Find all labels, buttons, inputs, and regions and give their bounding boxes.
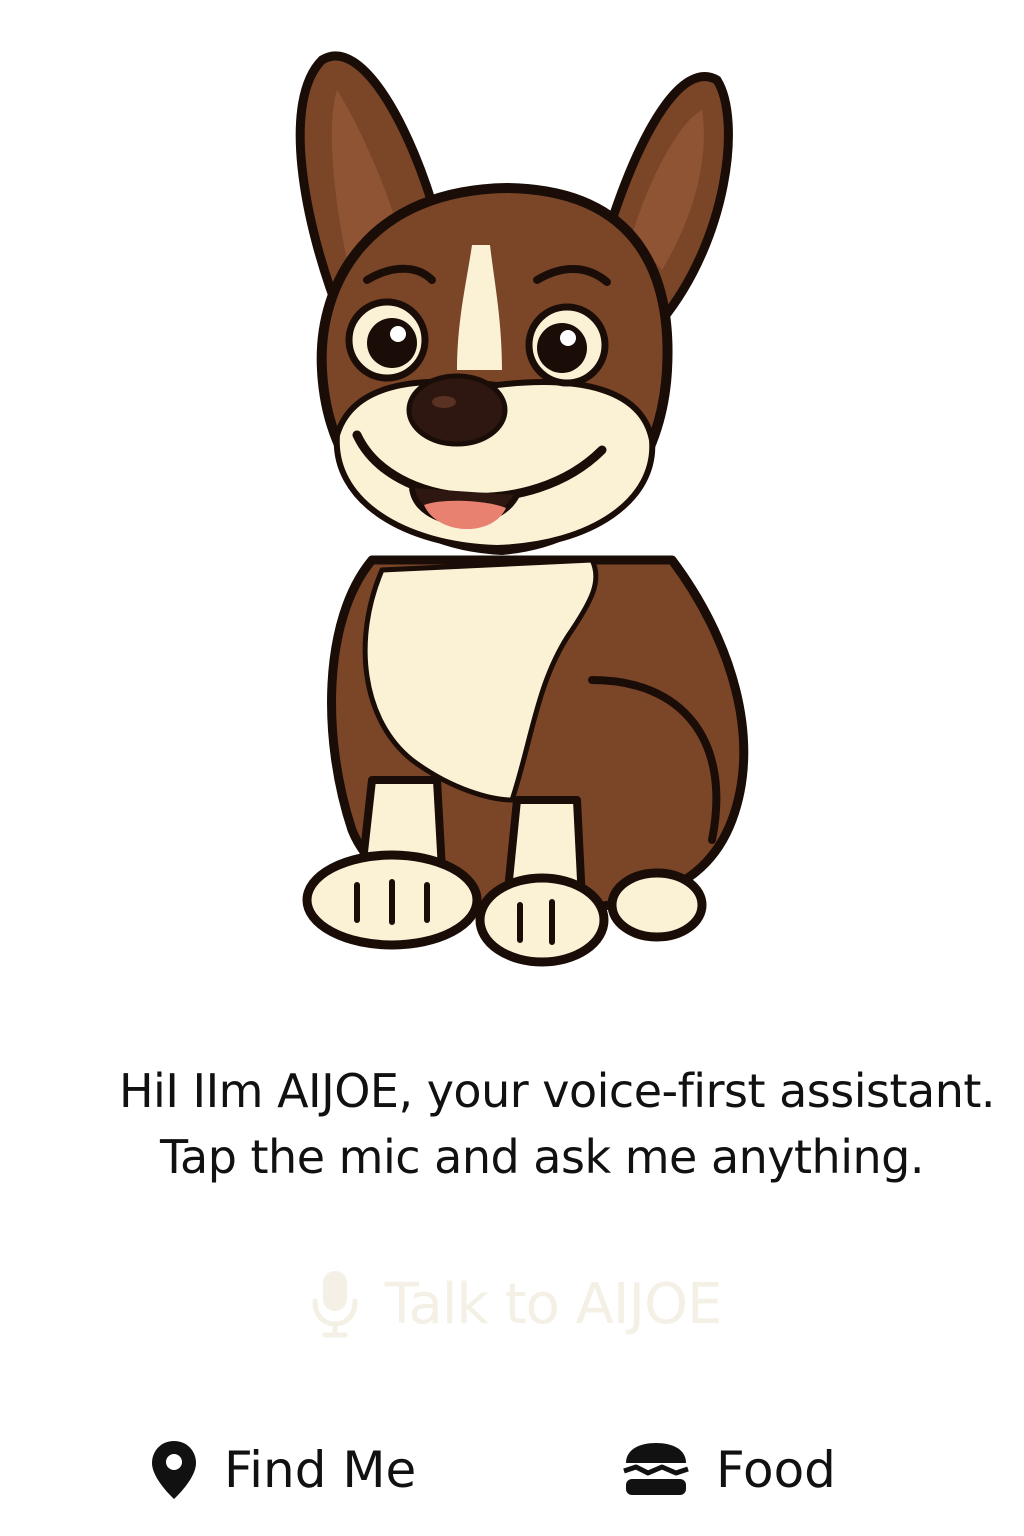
greeting-line-1: HiI IIm AIJOE, your voice-first assistan… [118,1064,996,1118]
nav-item-find-me[interactable]: Find Me [150,1430,416,1510]
greeting-line-2: Tap the mic and ask me anything. [160,1130,924,1184]
talk-button-label: Talk to AIJOE [384,1271,723,1337]
nav-label-find-me: Find Me [224,1441,417,1499]
nav-label-food: Food [716,1441,836,1499]
talk-to-aijoe-button[interactable]: Talk to AIJOE [270,1262,760,1346]
greeting-text: HiI IIm AIJOE, your voice-first assistan… [0,1058,1024,1190]
right-paw [475,873,609,967]
back-paw [607,868,707,942]
dog-mascot [262,40,782,970]
bottom-nav: Find Me Food [0,1430,1024,1520]
burger-icon [623,1443,689,1495]
dog-nose [406,373,508,447]
microphone-icon [312,1271,358,1338]
nav-item-food[interactable]: Food [622,1430,836,1510]
location-pin-icon [152,1441,196,1499]
